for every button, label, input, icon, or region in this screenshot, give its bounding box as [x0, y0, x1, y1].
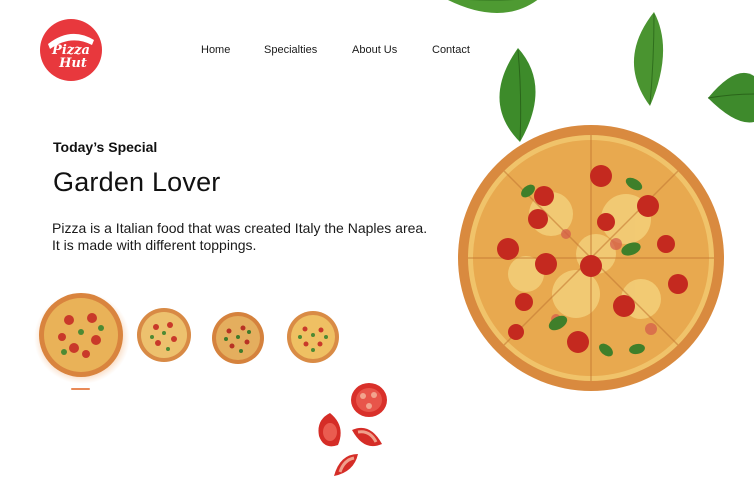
tomato-slice-icon — [334, 454, 358, 476]
basil-leaf-icon — [448, 0, 538, 13]
hero-description: Pizza is a Italian food that was created… — [52, 220, 428, 253]
nav-home[interactable]: Home — [201, 44, 230, 56]
hero-title: Garden Lover — [53, 167, 221, 197]
pizza-thumbnail-3[interactable] — [211, 311, 265, 365]
page: Pizza Hut Home Specialties About Us Cont… — [0, 0, 754, 477]
pizza-thumbnail-2[interactable] — [136, 307, 192, 363]
selected-thumbnail-indicator — [71, 388, 90, 390]
basil-leaf-icon — [707, 72, 754, 123]
tomato-slice-icon — [352, 427, 382, 447]
basil-leaf-icon — [633, 12, 664, 106]
pizza-thumbnail-4[interactable] — [286, 310, 340, 364]
pizza-thumbnail-1[interactable] — [34, 290, 130, 384]
tomato-slice-icon — [318, 413, 341, 447]
basil-leaf-icon — [499, 48, 536, 142]
nav-specialties[interactable]: Specialties — [264, 44, 317, 56]
tomato-slice-icon — [351, 383, 387, 417]
nav-contact[interactable]: Contact — [432, 44, 470, 56]
nav-about-us[interactable]: About Us — [352, 44, 397, 56]
pizza-image — [458, 125, 724, 391]
hero-eyebrow: Today’s Special — [53, 139, 158, 155]
